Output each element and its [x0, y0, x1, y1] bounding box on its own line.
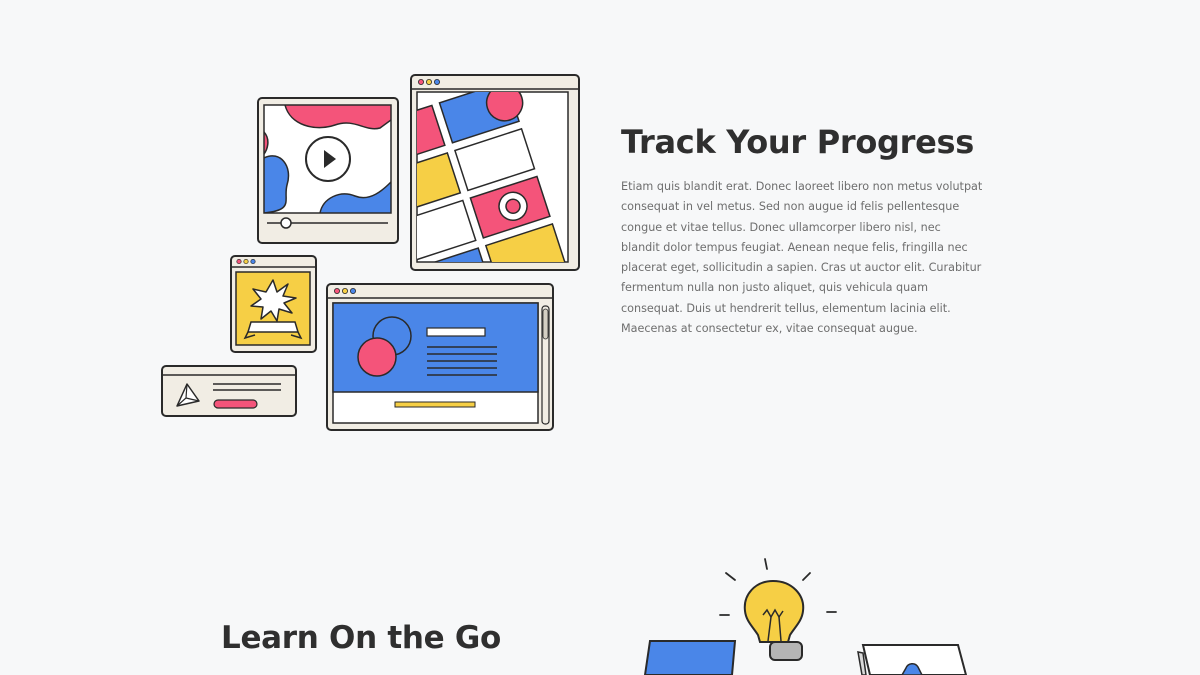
scrollbar-thumb	[542, 308, 549, 340]
lightbulb-devices-illustration	[640, 555, 980, 675]
lightbulb-icon	[743, 579, 805, 661]
video-player-window	[257, 97, 399, 244]
window-dots-icon	[417, 78, 440, 85]
course-card	[161, 365, 297, 417]
track-progress-description: Etiam quis blandit erat. Donec laoreet l…	[621, 180, 983, 336]
learn-on-the-go-heading: Learn On the Go	[221, 620, 502, 656]
tablet-device	[857, 644, 968, 675]
laptop-device	[643, 640, 737, 675]
track-progress-section: Track Your Progress Etiam quis blandit e…	[0, 0, 1200, 480]
learn-on-the-go-section: Learn On the Go	[0, 480, 1200, 675]
lesson-browser-window	[326, 283, 554, 431]
badge-window	[230, 255, 317, 353]
learning-windows-illustration	[155, 70, 585, 435]
track-progress-heading: Track Your Progress	[621, 123, 975, 161]
